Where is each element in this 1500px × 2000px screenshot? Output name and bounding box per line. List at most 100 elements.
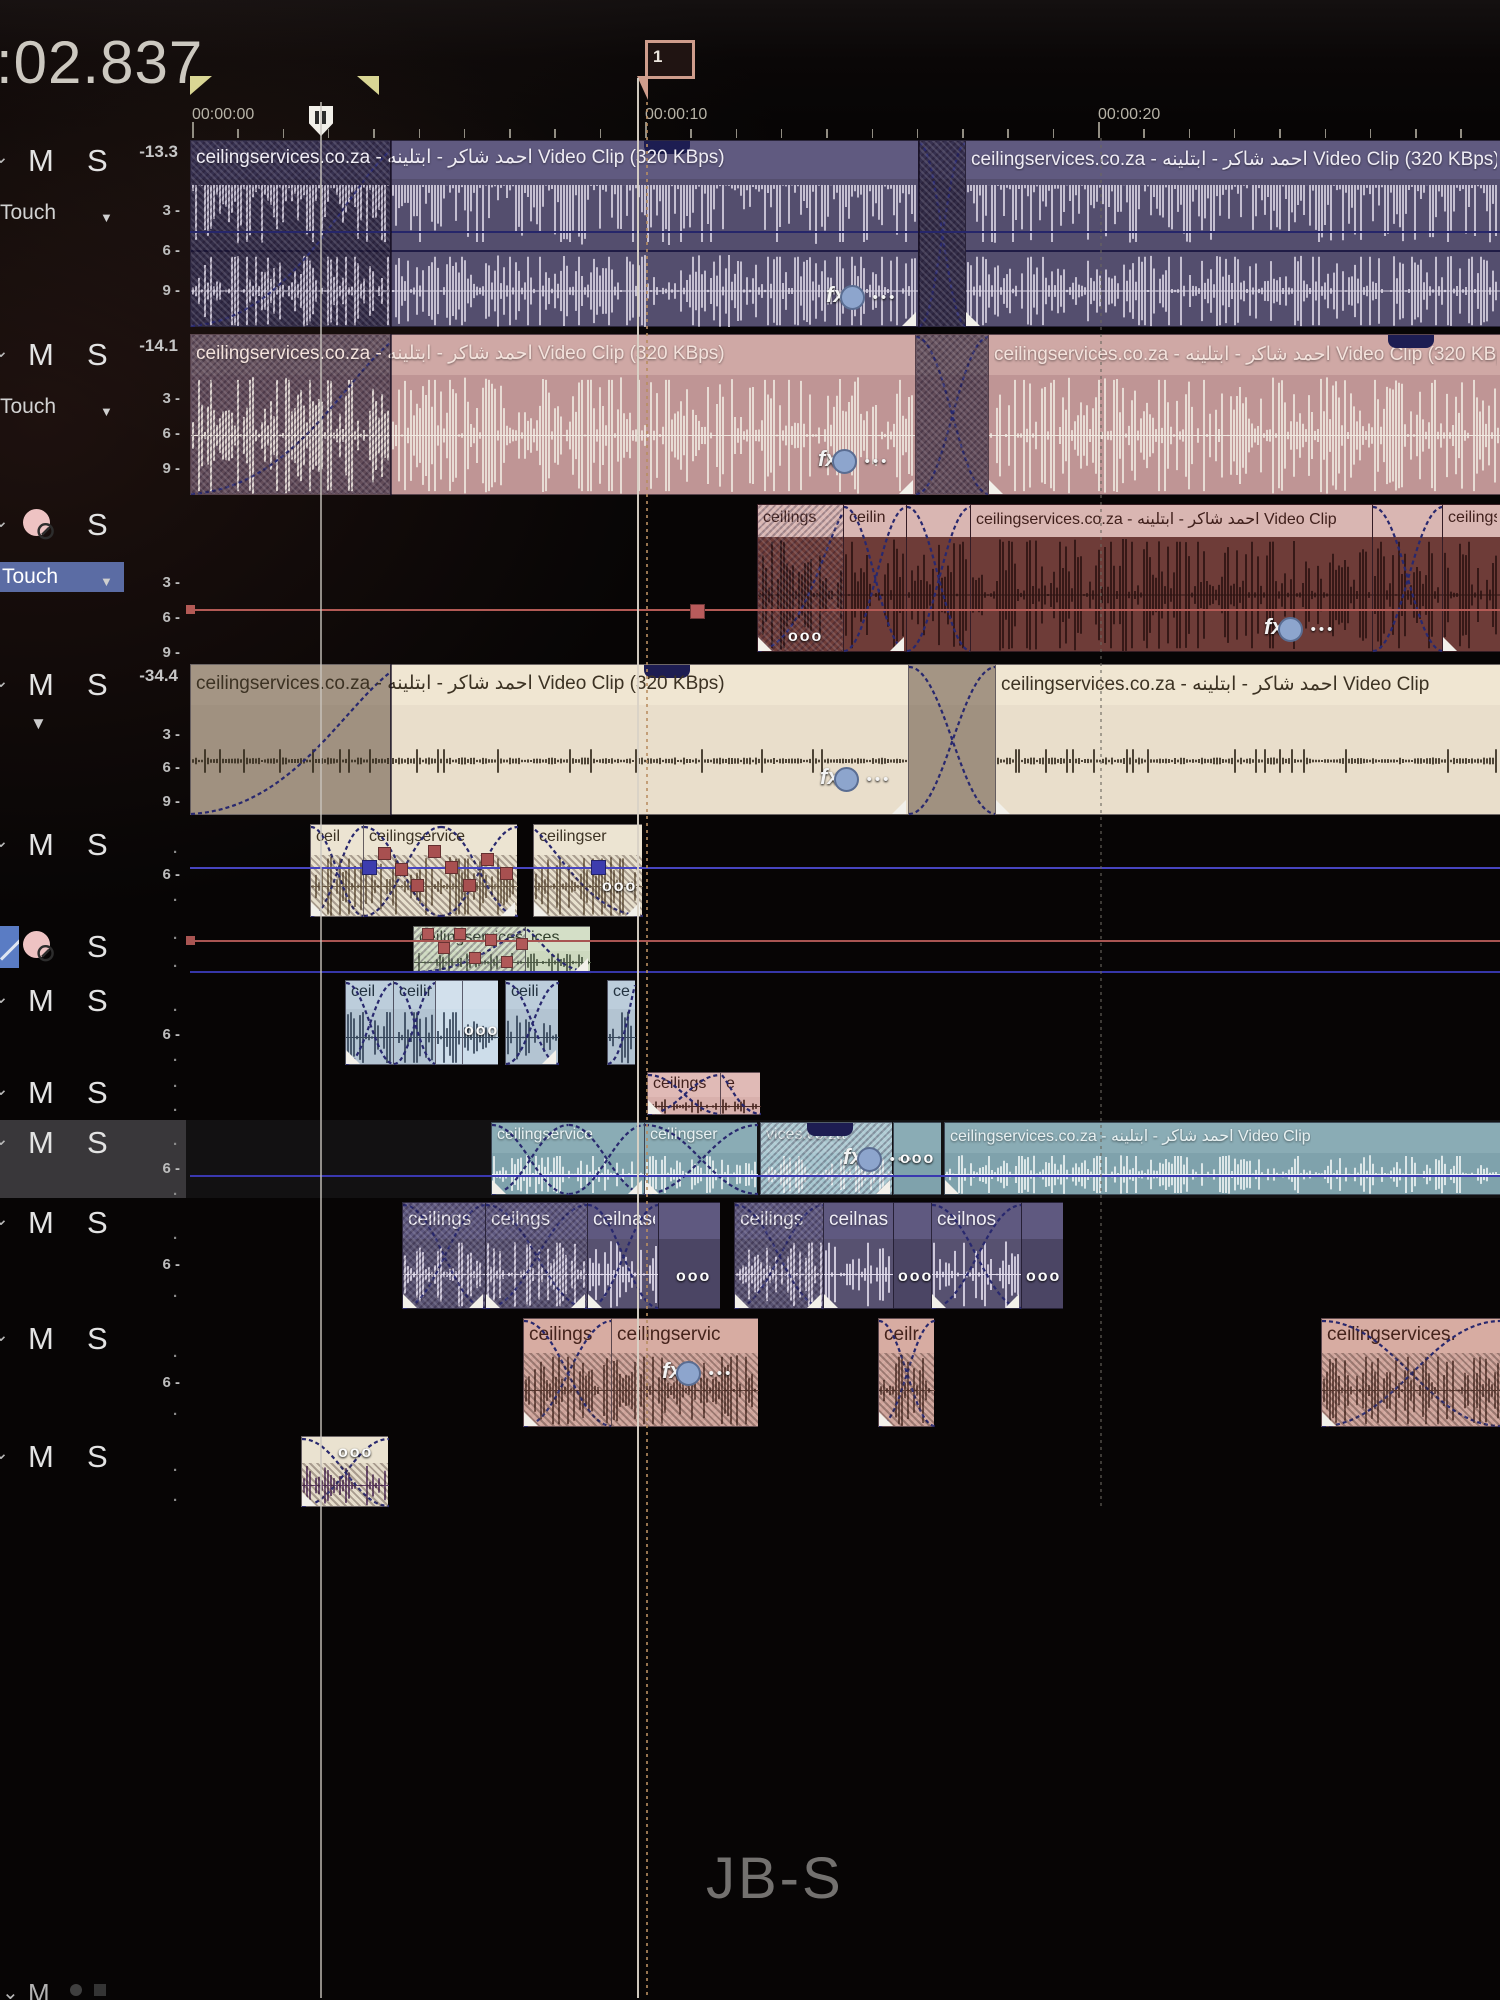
solo-button[interactable]: S <box>87 1127 108 1158</box>
clip-corner-handle[interactable] <box>876 1180 890 1194</box>
envelope-endpoint[interactable] <box>186 605 195 614</box>
chevron-down-icon[interactable]: ⌄ <box>0 670 9 693</box>
envelope-node[interactable] <box>438 942 450 954</box>
mute-button[interactable]: M <box>28 1323 54 1354</box>
mute-button[interactable]: M <box>28 1441 54 1472</box>
envelope-node[interactable] <box>361 859 377 875</box>
clip-track-11-3[interactable]: ceilr <box>878 1318 936 1428</box>
chevron-down-icon[interactable]: ⌄ <box>0 1208 9 1231</box>
ooo-badge[interactable]: ooo <box>338 1444 373 1462</box>
solo-button[interactable]: S <box>87 145 108 176</box>
mute-button[interactable]: M <box>28 339 54 370</box>
ooo-badge[interactable]: ooo <box>900 1150 935 1168</box>
clip-corner-handle[interactable] <box>486 1294 500 1308</box>
fx-badge[interactable]: fx ••• <box>820 764 891 792</box>
clip-corner-handle[interactable] <box>758 637 772 651</box>
chevron-down-icon[interactable]: ⌄ <box>0 510 9 533</box>
automation-envelope-line[interactable] <box>190 608 1500 612</box>
fx-badge[interactable]: fx ••• <box>1264 614 1335 642</box>
envelope-node[interactable] <box>480 852 494 866</box>
clip-track-5-2[interactable]: ceilingservice <box>363 824 519 918</box>
ooo-badge[interactable]: ooo <box>788 628 823 646</box>
solo-button[interactable]: S <box>87 1323 108 1354</box>
fx-badge[interactable]: fx ••• <box>818 446 889 474</box>
more-dots-icon[interactable]: ••• <box>1311 621 1336 638</box>
clip-track-7-3[interactable] <box>435 980 463 1065</box>
mute-bypass-icon[interactable]: ⊘ <box>35 516 56 546</box>
clip-track-10-8[interactable]: ceilnos <box>931 1202 1023 1310</box>
chevron-down-icon[interactable]: ⌄ <box>0 1078 9 1101</box>
automation-mode-dropdown[interactable]: Touch ▼ <box>0 198 113 228</box>
envelope-node[interactable] <box>377 846 391 860</box>
envelope-node[interactable] <box>410 878 424 892</box>
gain-value[interactable]: -34.4 <box>139 666 178 686</box>
playhead[interactable] <box>637 78 639 1998</box>
clip-corner-handle[interactable] <box>302 1492 316 1506</box>
chevron-down-icon[interactable]: ⌄ <box>0 830 9 853</box>
event-marker-tab[interactable] <box>807 1123 853 1136</box>
mute-button[interactable]: M <box>28 669 54 700</box>
timecode-display[interactable]: :02.837 <box>0 28 203 97</box>
chevron-down-icon[interactable]: ⌄ <box>2 1980 19 2000</box>
fx-badge[interactable]: fx ••• <box>662 1358 733 1386</box>
solo-button[interactable]: S <box>87 931 108 962</box>
clip-corner-handle[interactable] <box>989 480 1003 494</box>
clip-corner-handle[interactable] <box>996 800 1010 814</box>
fx-circle-icon[interactable] <box>831 449 857 474</box>
solo-button[interactable]: S <box>87 339 108 370</box>
solo-button[interactable]: S <box>87 509 108 540</box>
envelope-node[interactable] <box>485 934 497 946</box>
clip-track-10-9[interactable] <box>1021 1202 1063 1309</box>
clip-track-9-1[interactable]: ceilingservice <box>491 1122 646 1196</box>
envelope-node[interactable] <box>469 952 481 964</box>
ooo-badge[interactable]: ooo <box>464 1022 499 1040</box>
more-dots-icon[interactable]: ••• <box>709 1365 734 1382</box>
chevron-down-icon[interactable]: ⌄ <box>0 1324 9 1347</box>
mute-button[interactable]: M <box>28 1077 54 1108</box>
clip-corner-handle[interactable] <box>571 1294 585 1308</box>
ooo-badge[interactable]: ooo <box>676 1268 711 1286</box>
clip-corner-handle[interactable] <box>524 1412 538 1426</box>
mute-button[interactable]: M <box>28 985 54 1016</box>
fx-circle-icon[interactable] <box>675 1361 701 1386</box>
more-dots-icon[interactable]: ••• <box>865 453 890 470</box>
more-dots-icon[interactable]: ••• <box>867 771 892 788</box>
automation-envelope-line[interactable] <box>190 971 1500 973</box>
clip-track-2-3[interactable] <box>915 334 990 496</box>
clip-corner-handle[interactable] <box>542 1050 556 1064</box>
chevron-down-icon[interactable]: ⌄ <box>0 986 9 1009</box>
clip-track-9-5[interactable]: ceilingservices.co.za - احمد شاكر - ابتل… <box>944 1122 1500 1195</box>
mute-button[interactable]: M <box>28 829 54 860</box>
envelope-node[interactable] <box>689 603 705 619</box>
clip-corner-handle[interactable] <box>1322 1412 1336 1426</box>
clip-track-9-2[interactable]: ceilingser <box>644 1122 759 1196</box>
ooo-badge[interactable]: ooo <box>898 1268 933 1286</box>
clip-track-7-2[interactable]: ceilin <box>393 980 437 1066</box>
loop-region-end-marker[interactable] <box>357 76 379 95</box>
clip-corner-handle[interactable] <box>966 312 980 326</box>
mute-button[interactable]: M <box>28 145 54 176</box>
gain-value[interactable]: -13.3 <box>139 142 178 162</box>
automation-envelope-line[interactable] <box>190 1174 1500 1178</box>
clip-track-11-1[interactable]: ceilings <box>523 1318 613 1428</box>
clip-track-10-6[interactable]: ceilnas <box>823 1202 894 1309</box>
envelope-node[interactable] <box>394 862 408 876</box>
clip-track-1-4[interactable]: ceilingservices.co.za - احمد شاكر - ابتل… <box>965 140 1500 327</box>
clip-corner-handle[interactable] <box>932 1294 946 1308</box>
clip-corner-handle[interactable] <box>534 902 548 916</box>
fx-circle-icon[interactable] <box>839 285 865 310</box>
clip-corner-handle[interactable] <box>588 1294 602 1308</box>
mute-button[interactable]: M <box>28 1127 54 1158</box>
chevron-down-icon[interactable]: ▼ <box>100 203 113 233</box>
clip-corner-handle[interactable] <box>892 800 906 814</box>
automation-envelope-line[interactable] <box>190 940 1500 942</box>
ooo-badge[interactable]: ooo <box>602 878 637 896</box>
track-options-caret-icon[interactable]: ▼ <box>30 714 47 734</box>
solo-button[interactable]: S <box>87 829 108 860</box>
chevron-down-icon[interactable]: ⌄ <box>0 1442 9 1465</box>
fx-badge[interactable]: fx ••• <box>826 282 897 310</box>
clip-track-4-4[interactable]: ceilingservices.co.za - احمد شاكر - ابتل… <box>995 664 1500 815</box>
clip-corner-handle[interactable] <box>628 1180 642 1194</box>
clip-corner-handle[interactable] <box>902 312 916 326</box>
clip-corner-handle[interactable] <box>899 480 913 494</box>
